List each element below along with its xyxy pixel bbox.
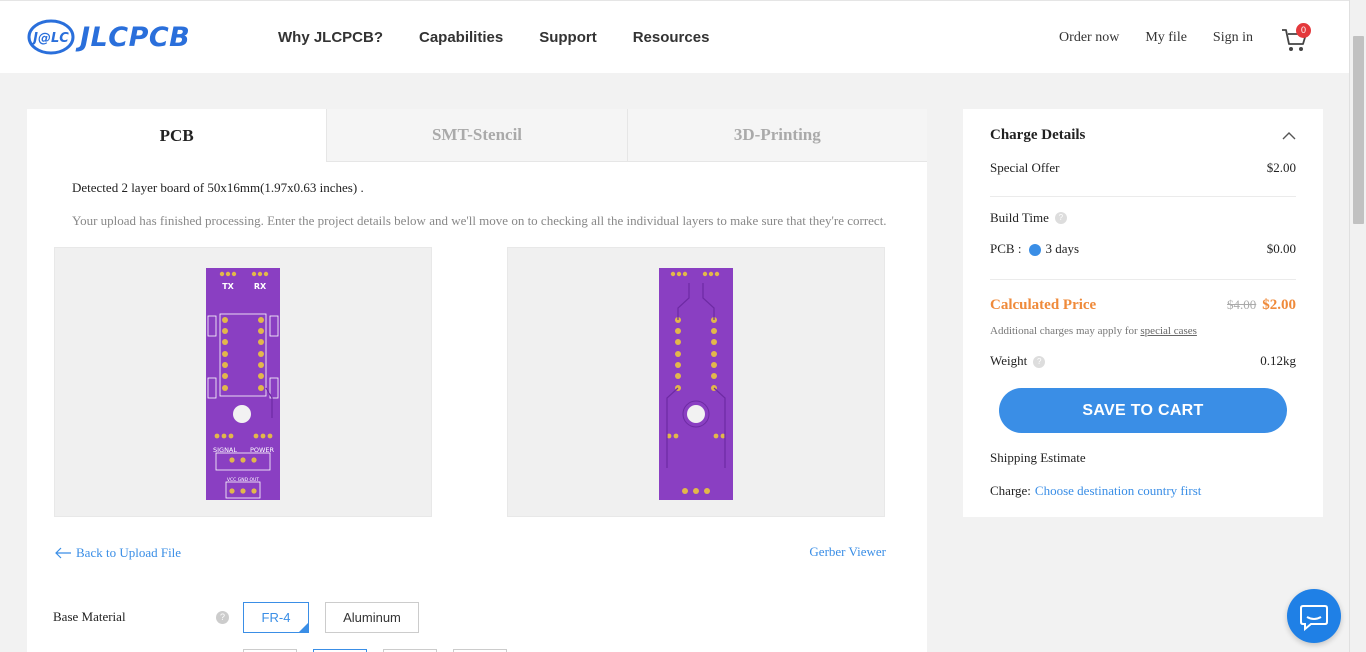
option-aluminum-label: Aluminum xyxy=(343,610,401,625)
build-time-help-icon[interactable]: ? xyxy=(1054,212,1067,224)
account-nav: Order now My file Sign in xyxy=(1059,30,1253,46)
option-fr4[interactable]: FR-4 xyxy=(243,602,309,633)
board-preview-bottom xyxy=(507,247,885,517)
selected-check-icon xyxy=(298,622,309,633)
calculated-price-label: Calculated Price xyxy=(990,297,1097,313)
product-tabs: PCB SMT-Stencil 3D-Printing xyxy=(27,109,927,162)
logo-mark-icon: J@LC xyxy=(27,19,75,55)
special-offer-row: Special Offer $2.00 xyxy=(990,160,1296,176)
site-header: J@LC JLCPCB Why JLCPCB? Capabilities Sup… xyxy=(0,0,1349,73)
cart-count-badge: 0 xyxy=(1296,23,1311,38)
pcb-build-row: PCB : 3 days $0.00 xyxy=(990,241,1296,257)
calculated-price-row: Calculated Price $4.00 $2.00 xyxy=(990,297,1296,314)
my-file-link[interactable]: My file xyxy=(1145,30,1187,46)
pcb-days: 3 days xyxy=(1045,241,1080,256)
weight-label: Weight xyxy=(990,353,1028,368)
board-label-tx: TX xyxy=(222,282,234,291)
base-material-label: Base Material xyxy=(53,609,126,624)
help-icon[interactable]: ? xyxy=(216,611,229,624)
board-label-pins: VCC GND OUT xyxy=(227,477,259,483)
special-offer-value: $2.00 xyxy=(1266,160,1296,175)
charge-header[interactable]: Charge Details xyxy=(990,127,1296,144)
nav-support[interactable]: Support xyxy=(539,29,597,46)
logo-text: JLCPCB xyxy=(80,21,191,53)
charge-details-panel: Charge Details Special Offer $2.00 Build… xyxy=(963,109,1323,517)
option-fr4-label: FR-4 xyxy=(261,610,291,625)
tab-3d-printing[interactable]: 3D-Printing xyxy=(626,109,927,162)
main-nav: Why JLCPCB? Capabilities Support Resourc… xyxy=(278,29,709,46)
weight-row: Weight? 0.12kg xyxy=(990,353,1296,369)
back-link-label: Back to Upload File xyxy=(76,545,182,560)
shipping-estimate-row: Shipping Estimate xyxy=(990,450,1296,466)
gerber-viewer-link[interactable]: Gerber Viewer xyxy=(809,544,886,560)
order-now-link[interactable]: Order now xyxy=(1059,30,1119,46)
arrow-left-icon xyxy=(55,547,71,559)
choose-country-link[interactable]: Choose destination country first xyxy=(1035,483,1201,499)
sign-in-link[interactable]: Sign in xyxy=(1213,30,1253,46)
board-label-rx: RX xyxy=(254,282,267,291)
additional-charges-note: Additional charges may apply for special… xyxy=(990,325,1197,337)
live-chat-button[interactable] xyxy=(1287,589,1341,643)
divider xyxy=(990,196,1296,197)
build-time-label: Build Time xyxy=(990,210,1049,225)
original-price: $4.00 xyxy=(1227,297,1257,312)
divider xyxy=(990,279,1296,280)
board-preview-top: TX RX SIGNAL POWER VCC GND OUT xyxy=(54,247,432,517)
build-time-row: Build Time ? xyxy=(990,210,1296,226)
tab-pcb[interactable]: PCB xyxy=(27,109,327,162)
order-panel: PCB SMT-Stencil 3D-Printing Detected 2 l… xyxy=(27,109,927,652)
weight-value: 0.12kg xyxy=(1260,353,1296,368)
processing-message: Your upload has finished processing. Ent… xyxy=(72,213,887,228)
chevron-up-icon[interactable] xyxy=(1282,131,1296,140)
board-label-signal: SIGNAL xyxy=(213,446,237,454)
charge-title: Charge Details xyxy=(990,127,1086,143)
back-to-upload-link[interactable]: Back to Upload File xyxy=(54,545,181,561)
special-offer-label: Special Offer xyxy=(990,160,1060,175)
pcb-build-price: $0.00 xyxy=(1266,241,1296,256)
board-label-power: POWER xyxy=(250,446,275,454)
pcb-bottom-render xyxy=(659,268,733,500)
scrollbar-thumb[interactable] xyxy=(1353,36,1364,224)
option-aluminum[interactable]: Aluminum xyxy=(325,602,419,633)
nav-resources[interactable]: Resources xyxy=(633,29,710,46)
page-scrollbar[interactable] xyxy=(1349,0,1366,652)
nav-capabilities[interactable]: Capabilities xyxy=(419,29,503,46)
detected-board-text: Detected 2 layer board of 50x16mm(1.97x0… xyxy=(72,180,364,195)
tab-smt-stencil[interactable]: SMT-Stencil xyxy=(326,109,627,162)
radio-selected-icon[interactable] xyxy=(1029,244,1042,257)
svg-text:J@LC: J@LC xyxy=(30,31,69,46)
shipping-estimate-label: Shipping Estimate xyxy=(990,450,1086,465)
pcb-top-render: TX RX SIGNAL POWER VCC GND OUT xyxy=(206,268,280,500)
discounted-price: $2.00 xyxy=(1262,297,1296,313)
note-text: Additional charges may apply for xyxy=(990,325,1138,337)
weight-help-icon[interactable]: ? xyxy=(1033,356,1046,369)
chat-bubble-icon xyxy=(1300,605,1328,632)
nav-why-jlcpcb[interactable]: Why JLCPCB? xyxy=(278,29,383,46)
pcb-label: PCB : xyxy=(990,241,1022,256)
save-to-cart-button[interactable]: SAVE TO CART xyxy=(999,388,1287,433)
special-cases-link[interactable]: special cases xyxy=(1140,325,1197,337)
logo[interactable]: J@LC JLCPCB xyxy=(26,18,190,56)
charge-label: Charge: xyxy=(990,483,1031,498)
shipping-charge-row: Charge: Choose destination country first xyxy=(990,483,1296,499)
